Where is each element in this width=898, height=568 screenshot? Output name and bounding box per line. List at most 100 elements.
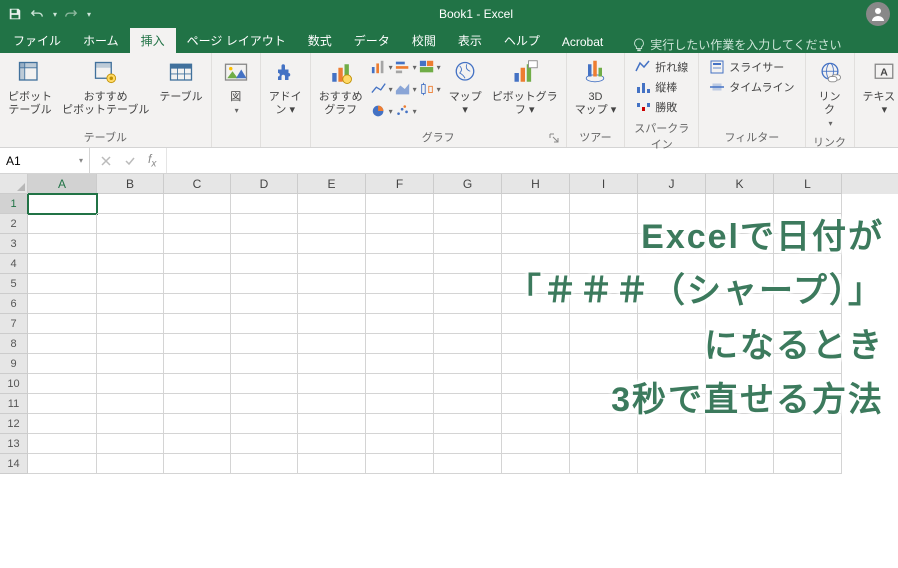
row-header[interactable]: 7	[0, 314, 28, 334]
cell[interactable]	[638, 374, 706, 394]
cell[interactable]	[231, 354, 298, 374]
cell[interactable]	[638, 454, 706, 474]
cell[interactable]	[231, 294, 298, 314]
cell[interactable]	[502, 234, 570, 254]
cell[interactable]	[97, 434, 164, 454]
formula-input[interactable]	[167, 148, 898, 173]
cell[interactable]	[366, 374, 434, 394]
link-button[interactable]: リン ク▾	[810, 55, 850, 133]
name-box[interactable]: A1▾	[0, 148, 90, 173]
addins-button[interactable]: アドイ ン ▾	[265, 55, 306, 119]
hierarchy-chart-icon[interactable]: ▾	[419, 57, 441, 77]
cell[interactable]	[706, 374, 774, 394]
cell[interactable]	[706, 354, 774, 374]
cell[interactable]	[638, 274, 706, 294]
cell[interactable]	[502, 374, 570, 394]
cell[interactable]	[231, 234, 298, 254]
map-3d-button[interactable]: 3D マップ ▾	[571, 55, 621, 119]
cell[interactable]	[298, 454, 366, 474]
cell[interactable]	[570, 214, 638, 234]
cell[interactable]	[97, 234, 164, 254]
cell[interactable]	[570, 194, 638, 214]
cell[interactable]	[298, 274, 366, 294]
cell[interactable]	[164, 374, 231, 394]
cell[interactable]	[164, 214, 231, 234]
cell[interactable]	[434, 454, 502, 474]
cell[interactable]	[231, 314, 298, 334]
cell[interactable]	[570, 354, 638, 374]
cell[interactable]	[706, 294, 774, 314]
row-header[interactable]: 11	[0, 394, 28, 414]
cell[interactable]	[28, 214, 97, 234]
cell[interactable]	[434, 234, 502, 254]
cell[interactable]	[164, 354, 231, 374]
cell[interactable]	[97, 414, 164, 434]
cell[interactable]	[502, 254, 570, 274]
cell[interactable]	[570, 374, 638, 394]
cell[interactable]	[164, 194, 231, 214]
cell[interactable]	[638, 314, 706, 334]
cell[interactable]	[298, 214, 366, 234]
row-header[interactable]: 10	[0, 374, 28, 394]
row-header[interactable]: 5	[0, 274, 28, 294]
column-header[interactable]: E	[298, 174, 366, 194]
cell[interactable]	[434, 214, 502, 234]
column-header[interactable]: C	[164, 174, 231, 194]
cell[interactable]	[706, 414, 774, 434]
cell[interactable]	[231, 434, 298, 454]
cell[interactable]	[231, 374, 298, 394]
cell[interactable]	[28, 234, 97, 254]
cell[interactable]	[231, 414, 298, 434]
cell[interactable]	[28, 374, 97, 394]
cell[interactable]	[434, 294, 502, 314]
column-header[interactable]: F	[366, 174, 434, 194]
row-header[interactable]: 12	[0, 414, 28, 434]
cell[interactable]	[570, 294, 638, 314]
cell[interactable]	[774, 434, 842, 454]
cell[interactable]	[706, 234, 774, 254]
tab-acrobat[interactable]: Acrobat	[551, 31, 614, 53]
column-chart-icon[interactable]: ▾	[371, 57, 393, 77]
slicer-button[interactable]: スライサー	[709, 57, 794, 77]
cell[interactable]	[164, 454, 231, 474]
cell[interactable]	[28, 194, 97, 214]
undo-icon[interactable]	[26, 3, 48, 25]
cell[interactable]	[638, 354, 706, 374]
cell[interactable]	[774, 254, 842, 274]
cell[interactable]	[502, 274, 570, 294]
cell[interactable]	[366, 194, 434, 214]
cell[interactable]	[366, 454, 434, 474]
fx-icon[interactable]: fx	[142, 152, 162, 169]
cell[interactable]	[97, 454, 164, 474]
row-header[interactable]: 4	[0, 254, 28, 274]
bar-chart-icon[interactable]: ▾	[395, 57, 417, 77]
cell[interactable]	[706, 394, 774, 414]
column-header[interactable]: H	[502, 174, 570, 194]
cell[interactable]	[638, 394, 706, 414]
cell[interactable]	[502, 214, 570, 234]
cell[interactable]	[231, 254, 298, 274]
cell[interactable]	[366, 354, 434, 374]
cell[interactable]	[298, 254, 366, 274]
cell[interactable]	[502, 394, 570, 414]
illustrations-button[interactable]: 図▾	[216, 55, 256, 119]
cell[interactable]	[434, 434, 502, 454]
cell[interactable]	[638, 294, 706, 314]
column-header[interactable]: L	[774, 174, 842, 194]
row-header[interactable]: 9	[0, 354, 28, 374]
cell[interactable]	[97, 214, 164, 234]
column-header[interactable]: K	[706, 174, 774, 194]
cell[interactable]	[434, 274, 502, 294]
cancel-formula-icon[interactable]	[94, 150, 118, 172]
select-all-corner[interactable]	[0, 174, 28, 194]
cell[interactable]	[164, 274, 231, 294]
cell[interactable]	[366, 394, 434, 414]
cell[interactable]	[164, 434, 231, 454]
cell[interactable]	[298, 434, 366, 454]
cell[interactable]	[298, 334, 366, 354]
cell[interactable]	[366, 214, 434, 234]
redo-icon[interactable]	[60, 3, 82, 25]
cell[interactable]	[434, 194, 502, 214]
cell[interactable]	[434, 354, 502, 374]
pie-chart-icon[interactable]: ▾	[371, 101, 393, 121]
